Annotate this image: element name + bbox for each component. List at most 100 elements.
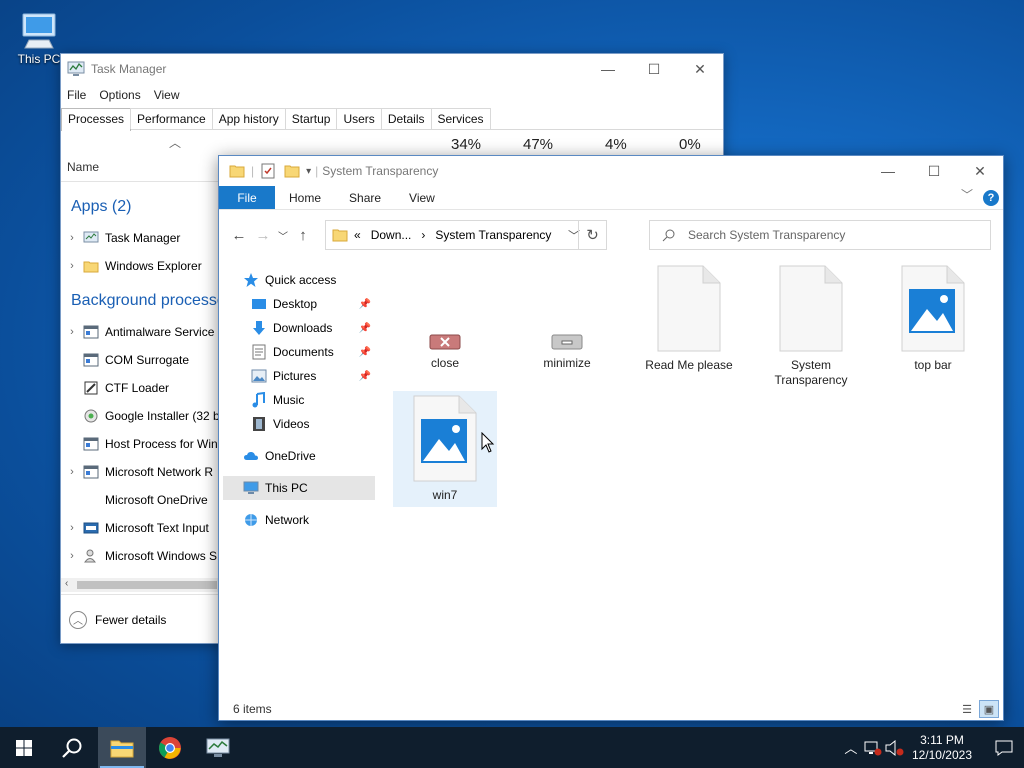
- file-item-top-bar[interactable]: top bar: [881, 265, 985, 373]
- maximize-button[interactable]: ☐: [911, 156, 957, 186]
- fewer-details-link[interactable]: Fewer details: [95, 613, 166, 627]
- process-row[interactable]: › Microsoft Network R: [61, 458, 221, 486]
- pin-icon[interactable]: 📌: [359, 347, 371, 358]
- task-manager-titlebar[interactable]: Task Manager — ☐ ✕: [61, 54, 723, 84]
- ribbon-tab-view[interactable]: View: [395, 186, 449, 209]
- tab-users[interactable]: Users: [336, 108, 382, 129]
- horizontal-scrollbar[interactable]: ‹: [61, 578, 219, 592]
- desktop-icon-this-pc[interactable]: This PC: [14, 8, 64, 66]
- process-row[interactable]: › Windows Explorer: [61, 252, 221, 280]
- file-item-minimize[interactable]: minimize: [515, 333, 619, 371]
- nav-onedrive[interactable]: OneDrive: [225, 444, 375, 468]
- menu-options[interactable]: Options: [99, 88, 140, 102]
- expand-chevron-icon[interactable]: ›: [61, 522, 83, 534]
- collapse-chevron-icon[interactable]: ︿: [69, 610, 87, 629]
- pin-icon[interactable]: 📌: [359, 323, 371, 334]
- process-row[interactable]: Host Process for Win: [61, 430, 221, 458]
- breadcrumb-separator[interactable]: ›: [421, 228, 425, 242]
- ribbon-tab-home[interactable]: Home: [275, 186, 335, 209]
- process-row[interactable]: › Antimalware Service: [61, 318, 221, 346]
- clock[interactable]: 3:11 PM 12/10/2023: [912, 733, 972, 763]
- pictures-icon: [251, 369, 267, 383]
- volume-muted-icon[interactable]: [884, 739, 906, 756]
- taskbar-chrome[interactable]: [146, 727, 194, 768]
- large-icons-view-icon[interactable]: ▣: [979, 700, 999, 718]
- expand-chevron-icon[interactable]: ›: [61, 550, 83, 562]
- quick-access-toolbar-dropdown-icon[interactable]: ▾: [306, 166, 311, 177]
- taskbar-task-manager[interactable]: [194, 727, 242, 768]
- start-button[interactable]: [0, 727, 48, 768]
- help-icon[interactable]: ?: [983, 190, 999, 206]
- close-button[interactable]: ✕: [677, 54, 723, 84]
- refresh-icon[interactable]: ↻: [578, 221, 606, 249]
- taskbar-file-explorer[interactable]: [98, 727, 146, 768]
- column-disk[interactable]: 4%: [605, 136, 627, 153]
- search-button[interactable]: [48, 727, 96, 768]
- tab-services[interactable]: Services: [430, 108, 491, 129]
- column-memory[interactable]: 47%: [523, 136, 553, 153]
- details-view-icon[interactable]: ☰: [957, 700, 977, 718]
- recent-locations-icon[interactable]: ﹀: [275, 228, 291, 243]
- file-item-close[interactable]: close: [393, 333, 497, 371]
- keyboard-icon: [83, 522, 99, 534]
- back-arrow-icon[interactable]: ←: [227, 227, 251, 244]
- minimize-button[interactable]: —: [865, 156, 911, 186]
- nav-videos[interactable]: Videos: [225, 412, 375, 436]
- pin-icon[interactable]: 📌: [359, 299, 371, 310]
- nav-quick-access[interactable]: Quick access: [225, 268, 375, 292]
- process-row[interactable]: › Task Manager: [61, 224, 221, 252]
- file-item-read-me-please[interactable]: Read Me please: [637, 265, 741, 373]
- menu-file[interactable]: File: [67, 88, 86, 102]
- tab-processes[interactable]: Processes: [61, 108, 132, 131]
- close-button[interactable]: ✕: [957, 156, 1003, 186]
- address-bar[interactable]: « Down... › System Transparency ﹀ ↻: [325, 220, 607, 250]
- breadcrumb-current[interactable]: System Transparency: [435, 228, 551, 242]
- expand-chevron-icon[interactable]: ›: [61, 326, 83, 338]
- process-row[interactable]: Google Installer (32 b: [61, 402, 221, 430]
- scrollbar-thumb[interactable]: [77, 581, 217, 589]
- ribbon-tab-file[interactable]: File: [219, 186, 275, 209]
- nav-music[interactable]: Music: [225, 388, 375, 412]
- tab-startup[interactable]: Startup: [284, 108, 338, 129]
- column-cpu[interactable]: 34%: [451, 136, 481, 153]
- action-center-button[interactable]: [984, 727, 1024, 768]
- process-row[interactable]: CTF Loader: [61, 374, 221, 402]
- process-row[interactable]: COM Surrogate: [61, 346, 221, 374]
- nav-downloads[interactable]: Downloads 📌: [225, 316, 375, 340]
- explorer-titlebar[interactable]: | ▾ | System Transparency — ☐ ✕: [219, 156, 1003, 186]
- column-network[interactable]: 0%: [679, 136, 701, 153]
- tab-app-history[interactable]: App history: [211, 108, 286, 129]
- process-row[interactable]: Microsoft OneDrive: [61, 486, 221, 514]
- expand-chevron-icon[interactable]: ›: [61, 232, 83, 244]
- view-toggle: ☰ ▣: [957, 700, 999, 718]
- process-row[interactable]: › Microsoft Text Input: [61, 514, 221, 542]
- column-name[interactable]: Name: [67, 160, 99, 174]
- process-row[interactable]: › Microsoft Windows S: [61, 542, 221, 570]
- tab-performance[interactable]: Performance: [130, 108, 213, 129]
- scroll-left-icon[interactable]: ‹: [65, 578, 68, 589]
- up-arrow-icon[interactable]: ↑: [291, 227, 315, 244]
- pin-icon[interactable]: 📌: [359, 371, 371, 382]
- nav-documents[interactable]: Documents 📌: [225, 340, 375, 364]
- search-box[interactable]: Search System Transparency: [649, 220, 991, 250]
- forward-arrow-icon[interactable]: →: [251, 227, 275, 244]
- nav-pictures[interactable]: Pictures 📌: [225, 364, 375, 388]
- new-folder-icon[interactable]: [284, 163, 300, 179]
- network-status-icon[interactable]: [862, 740, 884, 756]
- nav-this-pc[interactable]: This PC: [223, 476, 375, 500]
- nav-network[interactable]: Network: [225, 508, 375, 532]
- minimize-button[interactable]: —: [585, 54, 631, 84]
- nav-desktop[interactable]: Desktop 📌: [225, 292, 375, 316]
- expand-chevron-icon[interactable]: ›: [61, 466, 83, 478]
- show-hidden-icons-icon[interactable]: ︿: [840, 738, 862, 757]
- maximize-button[interactable]: ☐: [631, 54, 677, 84]
- breadcrumb-overflow[interactable]: «: [354, 228, 361, 242]
- file-item-system-transparency[interactable]: System Transparency: [759, 265, 863, 388]
- tab-details[interactable]: Details: [380, 108, 432, 129]
- menu-view[interactable]: View: [154, 88, 180, 102]
- expand-ribbon-icon[interactable]: ﹀: [961, 186, 973, 203]
- ribbon-tab-share[interactable]: Share: [335, 186, 395, 209]
- expand-chevron-icon[interactable]: ›: [61, 260, 83, 272]
- breadcrumb-downloads[interactable]: Down...: [371, 228, 412, 242]
- properties-icon[interactable]: [260, 163, 276, 179]
